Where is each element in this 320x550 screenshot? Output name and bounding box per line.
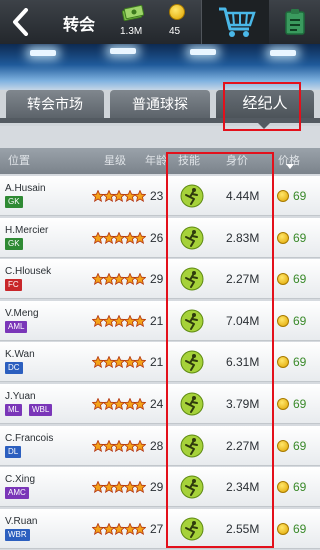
rating-stars — [92, 231, 146, 244]
header-grade[interactable]: 星级 — [104, 152, 126, 168]
player-name: C.Hlousek — [5, 266, 52, 278]
player-age: 29 — [150, 480, 164, 495]
position-badge: AMC — [5, 487, 29, 500]
player-price: 69 — [293, 189, 307, 203]
cash-amount: 1.3M — [120, 26, 143, 37]
player-price: 69 — [293, 272, 307, 287]
coin-icon — [277, 398, 289, 410]
player-price: 69 — [293, 397, 307, 411]
back-arrow-icon — [13, 8, 28, 36]
coin-icon — [277, 190, 289, 202]
player-name: C.Francois — [5, 432, 54, 444]
player-name: C.Xing — [5, 474, 36, 486]
position-badge: ML — [5, 404, 23, 416]
player-age: 26 — [150, 230, 164, 245]
player-age: 29 — [150, 272, 164, 287]
player-price: 69 — [293, 480, 307, 495]
star-icon — [134, 190, 146, 202]
rating-stars — [92, 481, 146, 494]
header-age[interactable]: 年龄 — [145, 152, 167, 168]
position-badge: DC — [5, 362, 23, 375]
player-price: 69 — [293, 521, 307, 536]
coin-icon — [277, 481, 289, 494]
star-icon — [134, 398, 146, 410]
cash-icon — [121, 4, 145, 22]
player-age: 21 — [150, 355, 164, 370]
position-badge: AML — [5, 320, 28, 333]
coin-icon — [277, 273, 289, 286]
sort-arrow-icon — [286, 164, 294, 169]
coin-icon — [277, 522, 289, 535]
star-icon — [134, 356, 146, 369]
coin-icon — [277, 356, 289, 369]
player-price: 69 — [293, 313, 307, 328]
player-name: V.Meng — [5, 307, 39, 319]
coin-icon — [277, 439, 289, 452]
clipboard-icon — [285, 9, 305, 35]
tab-normal-scout[interactable]: 普通球探 — [110, 90, 210, 118]
position-badge: GK — [5, 237, 23, 250]
player-age: 24 — [150, 397, 164, 411]
player-name: J.Yuan — [5, 391, 36, 402]
star-icon — [134, 273, 146, 286]
position-badge: DL — [5, 445, 22, 458]
star-icon — [134, 314, 146, 327]
star-icon — [134, 231, 146, 244]
top-bar: 转会 1.3M 45 — [0, 0, 320, 44]
star-icon — [134, 522, 146, 535]
header-position[interactable]: 位置 — [8, 152, 30, 168]
shopping-cart-icon — [219, 7, 256, 37]
rating-stars — [92, 356, 146, 369]
tab-transfer-market[interactable]: 转会市场 — [6, 90, 104, 118]
coin-icon — [169, 4, 185, 20]
page-title: 转会 — [63, 17, 96, 34]
player-name: K.Wan — [5, 349, 35, 361]
shop-cart-button[interactable] — [201, 0, 269, 44]
rating-stars — [92, 273, 146, 286]
coin-icon — [277, 231, 289, 244]
rating-stars — [92, 190, 146, 202]
player-name: V.Ruan — [5, 515, 38, 527]
highlight-agent-tab — [223, 82, 301, 131]
clipboard-button[interactable] — [270, 0, 320, 44]
position-badge: FC — [5, 279, 22, 292]
player-price: 69 — [293, 230, 307, 245]
player-age: 28 — [150, 438, 164, 453]
position-badge: WBR — [5, 528, 30, 541]
player-age: 23 — [150, 189, 164, 203]
position-badge: GK — [5, 196, 23, 208]
player-name: H.Mercier — [5, 224, 49, 236]
star-icon — [134, 481, 146, 494]
rating-stars — [92, 398, 146, 410]
back-button[interactable] — [0, 0, 44, 44]
highlight-skill-value-columns — [166, 152, 274, 548]
coin-icon — [277, 314, 289, 327]
rating-stars — [92, 522, 146, 535]
player-age: 27 — [150, 521, 164, 536]
player-price: 69 — [293, 355, 307, 370]
rating-stars — [92, 314, 146, 327]
player-price: 69 — [293, 438, 307, 453]
star-icon — [134, 439, 146, 452]
position-badge: WBL — [29, 404, 53, 416]
coin-amount: 45 — [169, 26, 181, 37]
rating-stars — [92, 439, 146, 452]
player-age: 21 — [150, 313, 164, 328]
player-name: A.Husain — [5, 183, 46, 194]
